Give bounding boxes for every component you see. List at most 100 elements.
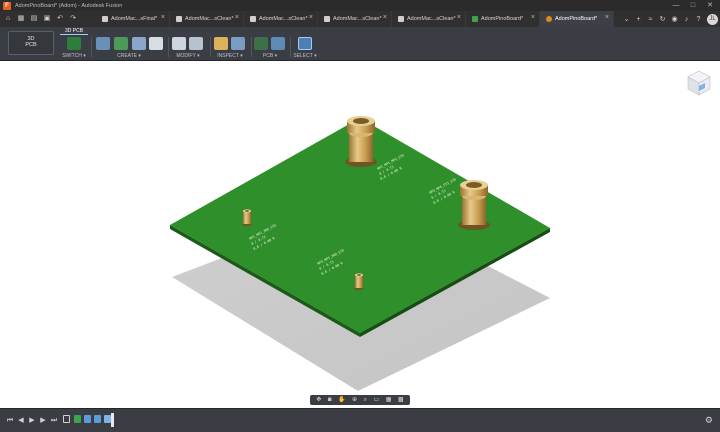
viewports-icon[interactable]: ▩ <box>398 395 404 405</box>
viewcube[interactable] <box>686 69 712 97</box>
close-window-button[interactable]: ✕ <box>702 0 718 11</box>
document-icon <box>324 16 330 22</box>
tab-label: AdomMac...sClean* <box>407 16 456 22</box>
tab-label: AdomMac...sClean* <box>259 16 308 22</box>
ribbon-divider <box>251 37 252 57</box>
small-standoff[interactable] <box>242 209 252 226</box>
create-group-label[interactable]: CREATE ▾ <box>94 53 164 59</box>
box-icon[interactable] <box>149 37 163 50</box>
timeline-settings-gear-icon[interactable]: ⚙ <box>705 415 713 425</box>
job-status-icon[interactable]: ↻ <box>657 14 668 25</box>
measure-icon[interactable] <box>214 37 228 50</box>
document-tab[interactable]: AdomPinoBoard* × <box>466 11 540 27</box>
close-tab-icon[interactable]: × <box>161 14 165 21</box>
close-tab-icon[interactable]: × <box>235 14 239 21</box>
fit-icon[interactable]: ⌕ <box>364 395 367 405</box>
close-tab-icon[interactable]: × <box>531 14 535 21</box>
ribbon-divider <box>210 37 211 57</box>
grid-settings-icon[interactable]: ▦ <box>386 395 392 405</box>
board-icon <box>546 16 552 22</box>
timeline-marker[interactable] <box>111 413 114 427</box>
tab-label: AdomMac...sFinal* <box>111 16 158 22</box>
workspace-switcher[interactable]: 3D PCB <box>8 31 54 55</box>
grid-icon[interactable]: ▦ <box>16 14 26 24</box>
document-tab-bar: ⌂ ▦ ▤ ▣ ↶ ↷ AdomMac...sFinal* × AdomMac.… <box>0 11 720 27</box>
home-icon[interactable]: ⌂ <box>3 14 13 24</box>
document-tab[interactable]: AdomMac...sClean* × <box>318 11 392 27</box>
tab-label: AdomMac...sClean* <box>333 16 382 22</box>
select-group-label[interactable]: SELECT ▾ <box>292 53 318 59</box>
pan-hand-icon[interactable]: ✋ <box>338 395 345 405</box>
fillet-icon[interactable] <box>189 37 203 50</box>
step-forward-icon[interactable]: ▶ <box>39 416 47 425</box>
component-feature-icon[interactable] <box>104 415 111 423</box>
close-tab-icon[interactable]: × <box>383 14 387 21</box>
notifications-icon[interactable]: ♪ <box>681 14 692 25</box>
press-pull-icon[interactable] <box>172 37 186 50</box>
close-tab-icon[interactable]: × <box>309 14 313 21</box>
document-tab[interactable]: AdomMac...sFinal* × <box>96 11 170 27</box>
component-feature-icon[interactable] <box>84 415 91 423</box>
offset-plane-icon[interactable] <box>132 37 146 50</box>
modify-group-label[interactable]: MODIFY ▾ <box>170 53 206 59</box>
help-icon[interactable]: ? <box>693 14 704 25</box>
3d-viewport[interactable]: MP2_MP1_MP3_STD 0 / 0.73 0.0 / 0.00 R MP… <box>0 61 720 408</box>
pcb-update-icon[interactable] <box>254 37 268 50</box>
minimize-button[interactable]: — <box>668 0 684 11</box>
section-analysis-icon[interactable] <box>231 37 245 50</box>
zoom-icon[interactable]: ⊕ <box>352 395 357 405</box>
tab-list-chevron-icon[interactable]: ⌄ <box>621 14 632 25</box>
close-tab-icon[interactable]: × <box>605 14 609 21</box>
orbit-icon[interactable]: ✥ <box>316 395 321 405</box>
pcb-sync-icon[interactable] <box>271 37 285 50</box>
play-icon[interactable]: ▶ <box>28 416 36 425</box>
file-menu-icon[interactable]: ▤ <box>29 14 39 24</box>
tab-bar-right-tools: ⌄ + ≈ ↻ ◉ ♪ ? JL <box>620 11 718 27</box>
3d-scene[interactable]: MP2_MP1_MP3_STD 0 / 0.73 0.0 / 0.00 R MP… <box>0 61 720 408</box>
pcb-feature-icon[interactable] <box>74 415 81 423</box>
create-component-icon[interactable] <box>114 37 128 50</box>
switch-to-2d-icon[interactable] <box>67 37 81 50</box>
step-back-icon[interactable]: ◀ <box>17 416 25 425</box>
document-tab-active[interactable]: AdomPinoBoard* × <box>540 11 614 27</box>
display-settings-icon[interactable]: ▭ <box>374 395 380 405</box>
close-tab-icon[interactable]: × <box>457 14 461 21</box>
save-icon[interactable]: ▣ <box>42 14 52 24</box>
component-feature-icon[interactable] <box>94 415 101 423</box>
new-tab-icon[interactable]: + <box>633 14 644 25</box>
navigation-bar: ✥ ◙ ✋ ⊕ ⌕ ▭ ▦ ▩ <box>310 395 410 405</box>
pcb-group-label[interactable]: PCB ▾ <box>253 53 287 59</box>
undo-icon[interactable]: ↶ <box>55 14 65 24</box>
extensions-icon[interactable]: ≈ <box>645 14 656 25</box>
select-arrow-icon[interactable] <box>298 37 312 50</box>
sketch-feature-icon[interactable] <box>63 415 70 423</box>
tab-3d-pcb[interactable]: 3D PCB <box>60 27 88 35</box>
document-tab[interactable]: AdomMac...sClean* × <box>170 11 244 27</box>
maximize-button[interactable]: □ <box>685 0 701 11</box>
inspect-group: INSPECT ▾ <box>212 37 248 59</box>
user-avatar[interactable]: JL <box>707 13 718 25</box>
toolbar-ribbon: 3D PCB 3D PCB SWITCH ▾ CREATE ▾ MODIFY ▾… <box>0 27 720 61</box>
small-standoff[interactable] <box>354 273 364 290</box>
modify-group: MODIFY ▾ <box>170 37 206 59</box>
switch-group-label[interactable]: SWITCH ▾ <box>60 53 88 59</box>
sketch-icon[interactable] <box>96 37 110 50</box>
document-tab[interactable]: AdomMac...sClean* × <box>244 11 318 27</box>
large-standoff[interactable] <box>345 116 377 167</box>
window-title: AdomPinoBoard* (Adom) - Autodesk Fusion <box>15 2 123 9</box>
fusion-logo-icon: F <box>3 1 11 10</box>
ribbon-divider <box>168 37 169 57</box>
document-icon <box>176 16 182 22</box>
document-icon <box>398 16 404 22</box>
document-tab[interactable]: AdomMac...sClean* × <box>392 11 466 27</box>
pcb-icon <box>472 16 478 22</box>
large-standoff[interactable] <box>458 180 490 230</box>
look-at-icon[interactable]: ◙ <box>328 395 332 405</box>
go-to-start-icon[interactable]: ⏮ <box>6 416 14 425</box>
go-to-end-icon[interactable]: ⏭ <box>50 416 58 425</box>
redo-icon[interactable]: ↷ <box>68 14 78 24</box>
inspect-group-label[interactable]: INSPECT ▾ <box>212 53 248 59</box>
tab-label: AdomPinoBoard* <box>555 16 598 22</box>
online-status-icon[interactable]: ◉ <box>669 14 680 25</box>
document-icon <box>250 16 256 22</box>
